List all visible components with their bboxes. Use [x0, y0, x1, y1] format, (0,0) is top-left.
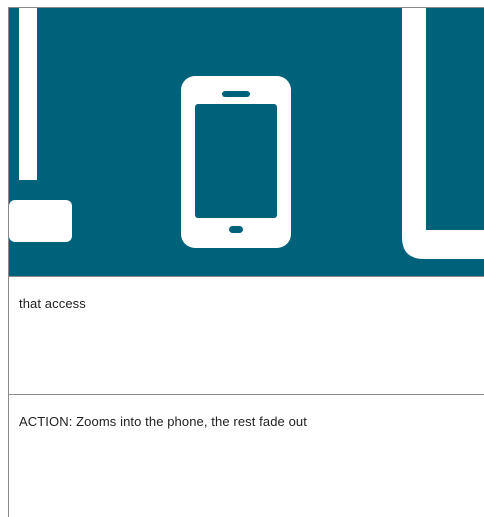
action-text: ACTION: Zooms into the phone, the rest f… — [19, 414, 307, 429]
tablet-icon — [402, 8, 484, 259]
storyboard-image-panel — [9, 8, 484, 276]
caption-text: that access — [19, 296, 86, 311]
smartphone-icon — [181, 76, 291, 248]
caption-divider — [9, 394, 484, 395]
laptop-icon — [9, 8, 72, 242]
panel-divider — [9, 276, 484, 277]
